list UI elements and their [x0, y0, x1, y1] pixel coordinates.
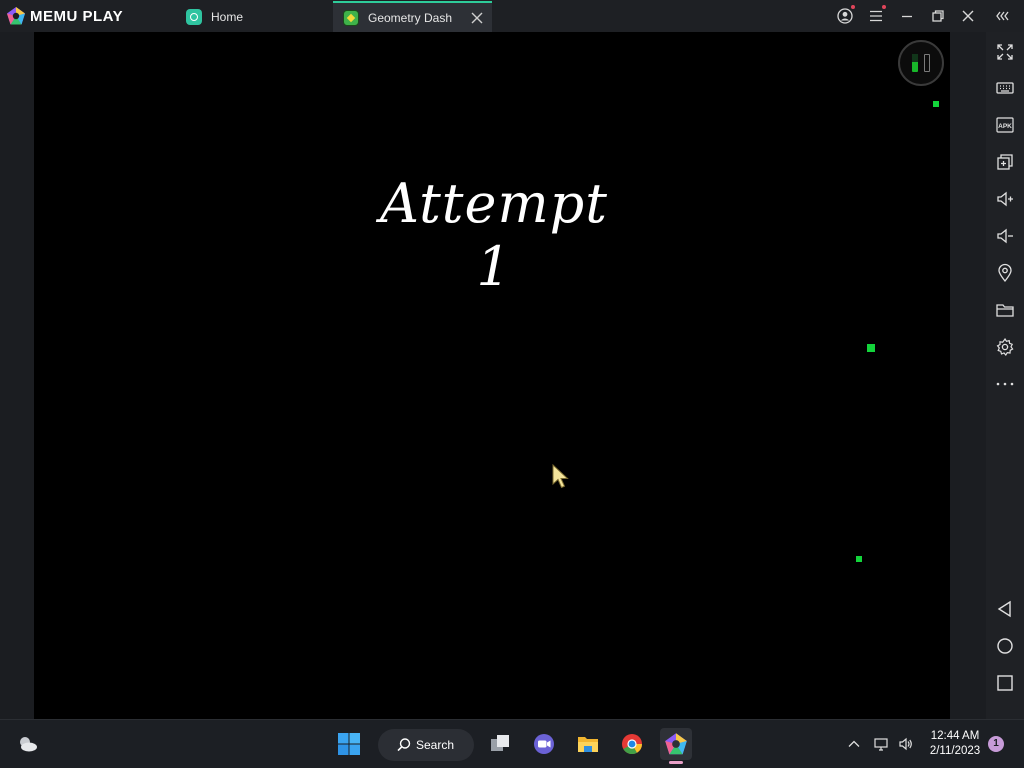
- notification-dot: [882, 5, 886, 9]
- tab-home[interactable]: Home: [180, 1, 330, 32]
- desktop: MEMU PLAY Home Geometry Dash Attempt 1 A…: [0, 0, 1024, 768]
- account-button[interactable]: [835, 5, 855, 26]
- chrome-icon: [622, 734, 643, 755]
- start-button[interactable]: [333, 728, 365, 760]
- notification-dot: [851, 5, 855, 9]
- left-frame: [0, 32, 34, 719]
- search-label: Search: [416, 738, 455, 752]
- memu-taskbar-button[interactable]: [660, 728, 692, 764]
- account-icon: [837, 8, 853, 24]
- menu-button[interactable]: [866, 5, 886, 26]
- volume-down-button[interactable]: [993, 224, 1017, 248]
- pause-progress-shade: [912, 54, 918, 62]
- volume-up-icon: [997, 191, 1013, 207]
- menu-icon: [870, 10, 882, 22]
- file-explorer-icon: [578, 737, 598, 752]
- clock-time: 12:44 AM: [930, 730, 980, 742]
- task-view-icon: [491, 735, 509, 751]
- shared-folder-icon: [996, 304, 1014, 317]
- memu-logo-text: MEMU PLAY: [30, 7, 124, 25]
- taskbar-search[interactable]: Search: [378, 729, 474, 761]
- right-frame: [950, 32, 986, 719]
- chevron-up-icon: [848, 740, 860, 747]
- android-back-button[interactable]: [993, 597, 1017, 621]
- attempt-counter: Attempt 1: [380, 172, 608, 298]
- volume-button[interactable]: [896, 734, 916, 754]
- keyboard-mapping-button[interactable]: [993, 76, 1017, 100]
- multi-instance-icon: [997, 154, 1013, 170]
- tab-geometry-dash-label: Geometry Dash: [368, 10, 453, 25]
- taskbar-clock[interactable]: 12:44 AM 2/11/2023: [924, 729, 986, 759]
- multi-instance-button[interactable]: [993, 150, 1017, 174]
- more-icon: [996, 382, 1014, 386]
- memu-logo: MEMU PLAY: [6, 5, 123, 27]
- volume-up-button[interactable]: [993, 187, 1017, 211]
- start-icon: [338, 733, 360, 755]
- more-button[interactable]: [993, 371, 1017, 395]
- keyboard-mapping-icon: [996, 82, 1014, 94]
- memu-home-icon: [186, 8, 202, 25]
- minimize-icon: [902, 15, 912, 18]
- restore-button[interactable]: [928, 6, 948, 26]
- tab-close-icon[interactable]: [470, 11, 484, 25]
- collapse-sidebar-icon: [996, 11, 1009, 21]
- android-home-icon: [997, 638, 1013, 654]
- settings-icon: [996, 337, 1014, 356]
- network-icon: [874, 738, 888, 751]
- clock-date: 2/11/2023: [929, 745, 981, 757]
- pause-icon-outline: [924, 54, 930, 72]
- tab-geometry-dash[interactable]: Geometry Dash: [333, 1, 492, 32]
- apk-label: APK: [998, 123, 1012, 130]
- android-recents-button[interactable]: [993, 671, 1017, 695]
- memu-title-bar: MEMU PLAY Home Geometry Dash: [0, 0, 1024, 32]
- show-hidden-icons-button[interactable]: [844, 734, 864, 754]
- green-particle: [856, 556, 862, 562]
- close-button[interactable]: [958, 6, 978, 26]
- apk-install-icon: APK: [996, 117, 1014, 133]
- green-particle: [867, 344, 875, 352]
- file-explorer-button[interactable]: [572, 728, 604, 760]
- memu-logo-icon: [7, 7, 25, 25]
- settings-button[interactable]: [993, 335, 1017, 359]
- speaker-icon: [899, 737, 912, 751]
- weather-button[interactable]: [12, 728, 44, 760]
- minimize-button[interactable]: [897, 6, 917, 26]
- apk-install-button[interactable]: APK: [993, 113, 1017, 137]
- game-screen[interactable]: Attempt 1: [34, 32, 950, 719]
- weather-icon: [20, 737, 37, 752]
- android-recents-icon: [997, 675, 1013, 691]
- fullscreen-icon: [997, 44, 1013, 60]
- green-particle: [933, 101, 939, 107]
- search-icon: [397, 738, 411, 752]
- teams-icon: [534, 734, 554, 754]
- notification-badge[interactable]: 1: [988, 736, 1004, 752]
- task-view-button[interactable]: [484, 728, 516, 760]
- restore-icon: [932, 10, 944, 22]
- chrome-button[interactable]: [616, 728, 648, 760]
- volume-down-icon: [997, 228, 1013, 244]
- memu-taskbar-icon: [665, 733, 687, 755]
- emulator-toolbar: APK: [986, 32, 1024, 719]
- pause-button[interactable]: [898, 40, 944, 86]
- network-button[interactable]: [871, 734, 891, 754]
- tab-home-label: Home: [211, 9, 244, 24]
- geometry-dash-icon: [343, 9, 359, 26]
- android-home-button[interactable]: [993, 634, 1017, 658]
- windows-taskbar: Search 12:44 AM 2/11/2023 1: [0, 719, 1024, 768]
- location-button[interactable]: [993, 261, 1017, 285]
- close-icon: [962, 10, 974, 22]
- teams-button[interactable]: [528, 728, 560, 760]
- collapse-sidebar-button[interactable]: [993, 6, 1013, 26]
- mouse-cursor-icon: [552, 464, 569, 489]
- shared-folder-button[interactable]: [993, 298, 1017, 322]
- fullscreen-button[interactable]: [993, 40, 1017, 64]
- android-back-icon: [997, 600, 1011, 618]
- location-icon: [998, 263, 1012, 283]
